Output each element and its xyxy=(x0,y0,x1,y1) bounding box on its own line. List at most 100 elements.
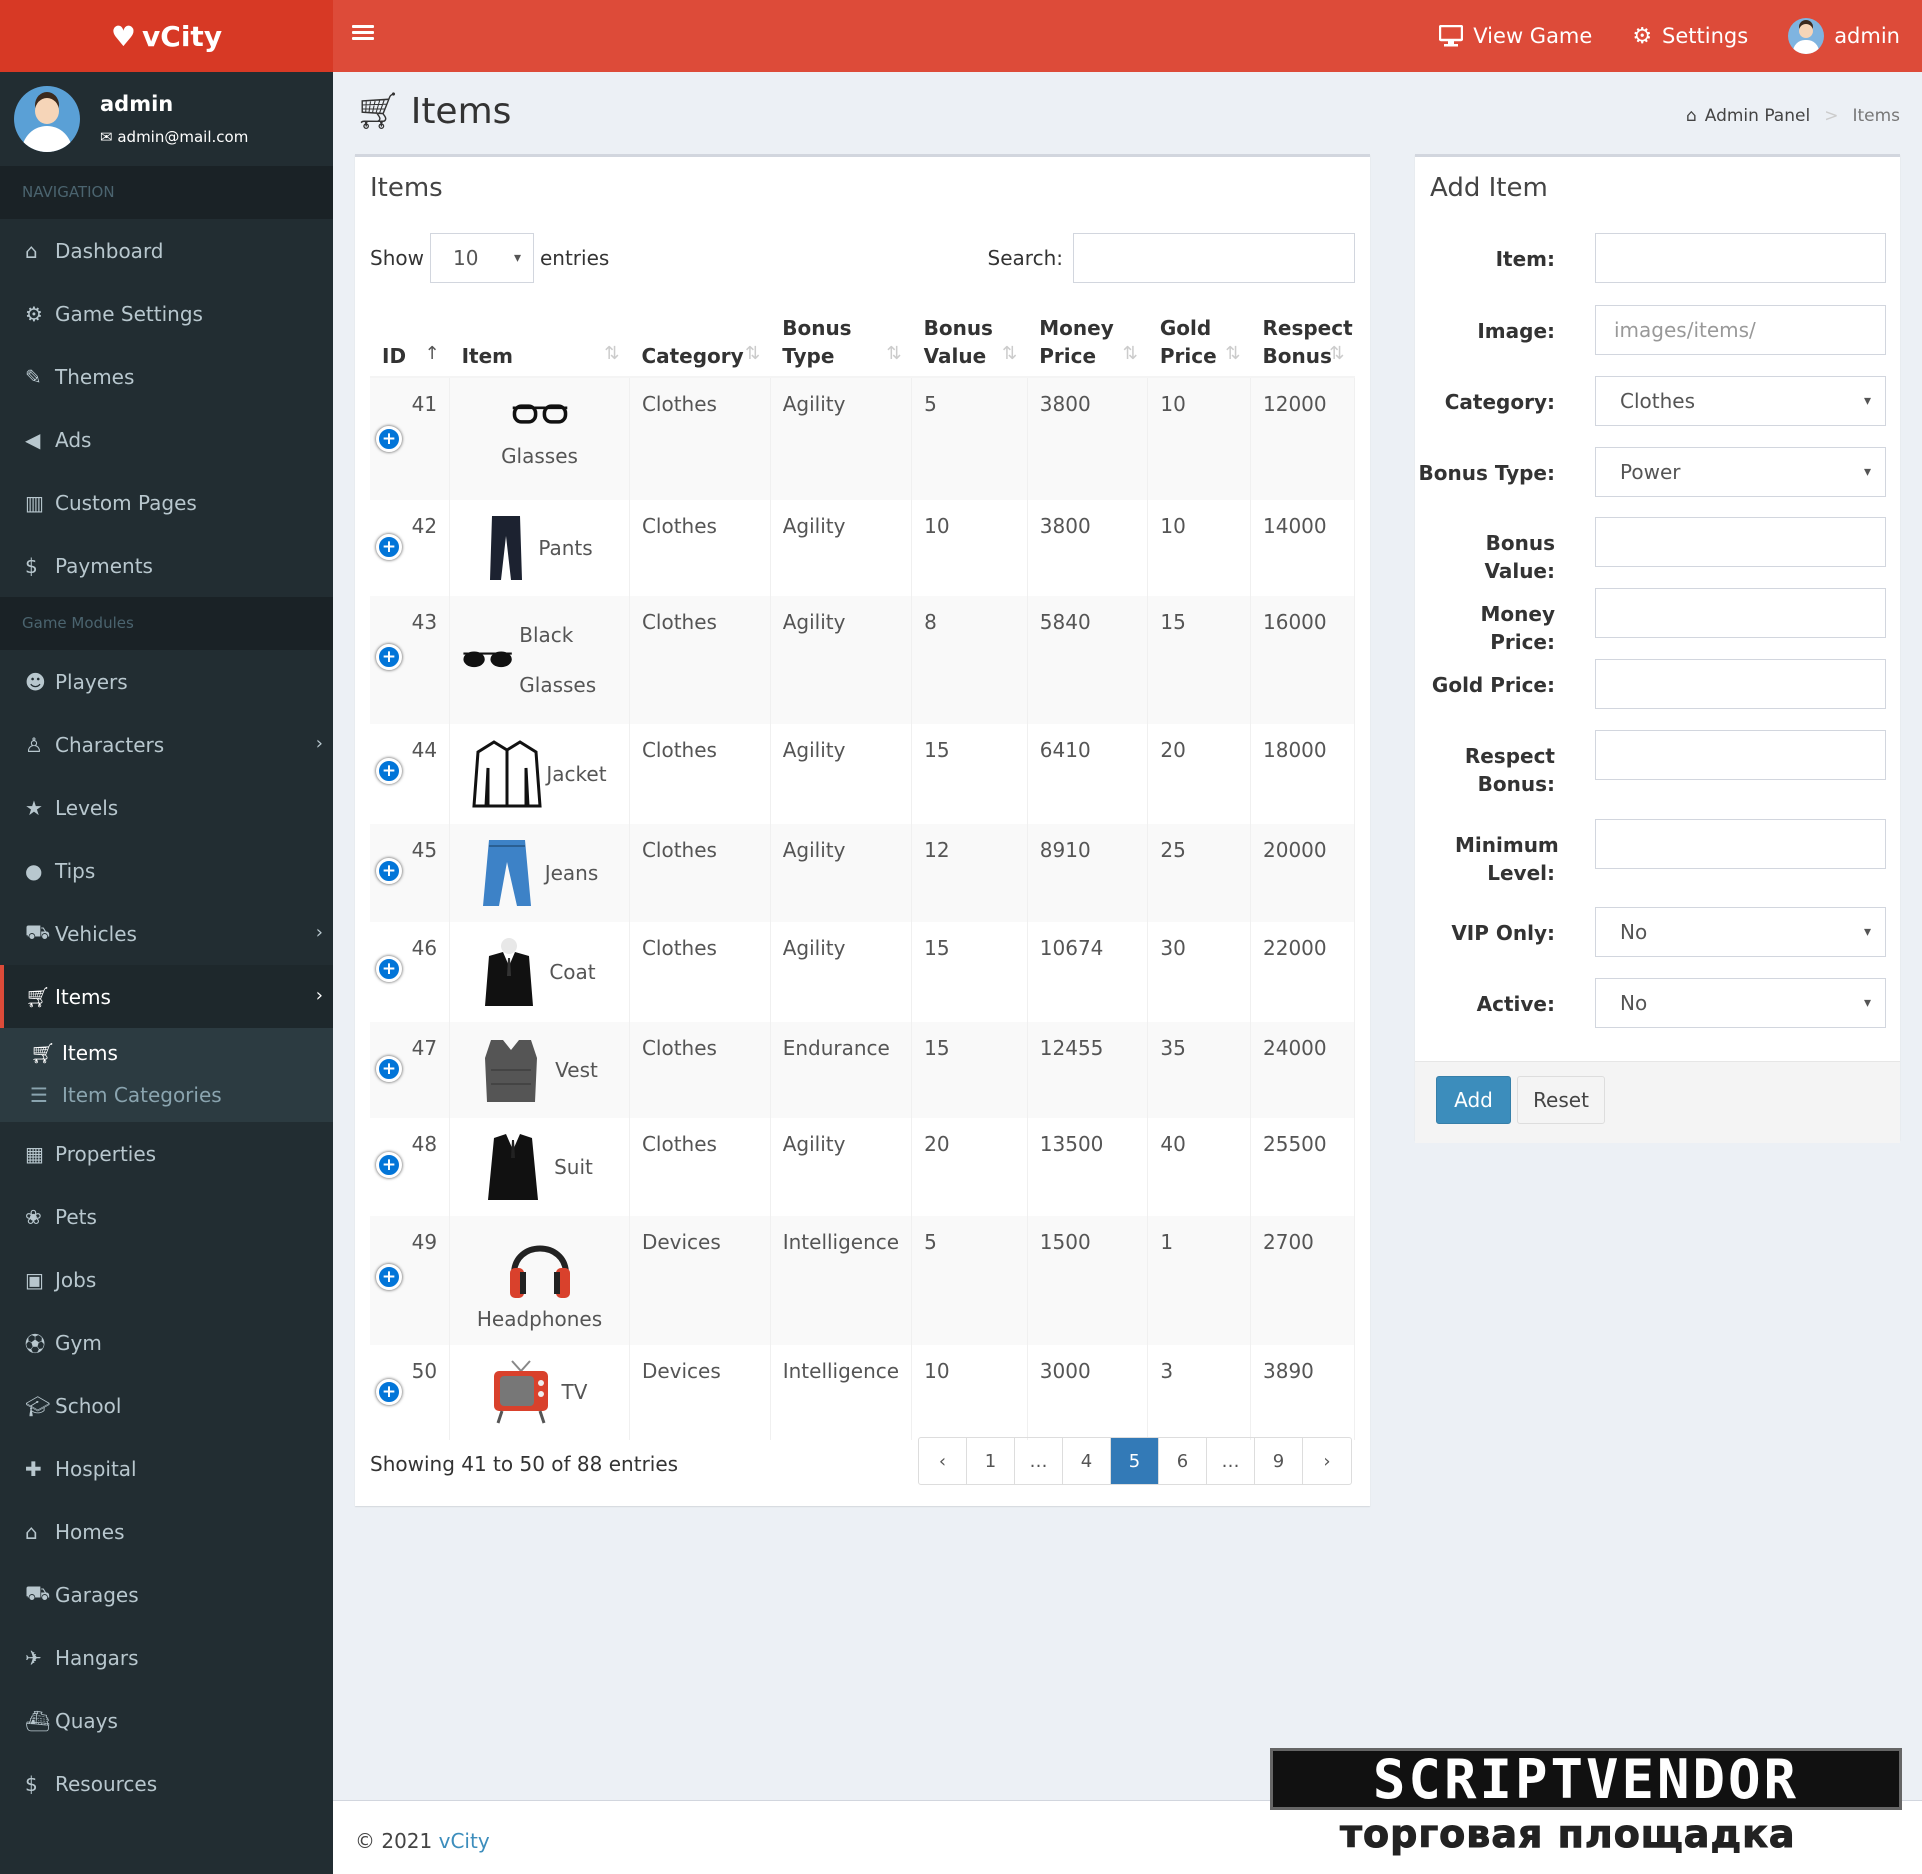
sidebar-item-hospital[interactable]: ✚ Hospital xyxy=(0,1437,333,1500)
cell-money-price: 3800 xyxy=(1027,500,1149,596)
active-select[interactable]: No ▾ xyxy=(1595,978,1886,1028)
sidebar-item-jobs[interactable]: ▣ Jobs xyxy=(0,1248,333,1311)
category-select[interactable]: Clothes ▾ xyxy=(1595,376,1886,426)
sidebar-item-gym[interactable]: ⚽︎ Gym xyxy=(0,1311,333,1374)
columns-icon: ▥ xyxy=(25,490,44,515)
expand-row-icon[interactable]: + xyxy=(376,644,402,670)
cell-id: +43 xyxy=(370,596,451,724)
breadcrumb-home-link[interactable]: Admin Panel xyxy=(1705,106,1810,126)
sidebar-toggle-button[interactable] xyxy=(352,22,374,48)
expand-row-icon[interactable]: + xyxy=(376,758,402,784)
brand-logo[interactable]: ♥ vCity xyxy=(0,0,333,72)
cell-id: +41 xyxy=(370,377,451,500)
bonus-value-input[interactable] xyxy=(1595,517,1886,567)
sidebar-item-levels[interactable]: ★ Levels xyxy=(0,776,333,839)
chevron-right-icon: › xyxy=(315,733,323,754)
watermark-logo: SCRIPTVENDOR торговая площадка xyxy=(1270,1748,1902,1860)
cell-bonus-value: 15 xyxy=(911,922,1028,1022)
sidebar-item-items[interactable]: 🛒︎ Items › xyxy=(0,965,333,1028)
add-button[interactable]: Add xyxy=(1436,1076,1511,1124)
minimum-level-input[interactable] xyxy=(1595,819,1886,869)
sidebar-item-players[interactable]: ☻ Players xyxy=(0,650,333,713)
cell-id: +46 xyxy=(370,922,451,1022)
pagination-page-button[interactable]: 1 xyxy=(967,1438,1015,1484)
footer-brand-link[interactable]: vCity xyxy=(439,1829,490,1853)
sidebar-item-custom-pages[interactable]: ▥ Custom Pages xyxy=(0,471,333,534)
column-header-gold-price[interactable]: Gold Price ⇅ xyxy=(1147,291,1251,378)
expand-row-icon[interactable]: + xyxy=(376,534,402,560)
column-header-category[interactable]: Category ⇅ xyxy=(629,291,771,378)
image-input[interactable]: images/items/ xyxy=(1595,305,1886,355)
cell-item: Pants xyxy=(449,500,630,596)
cell-id-value: 45 xyxy=(411,838,438,862)
briefcase-icon: ▣ xyxy=(25,1267,44,1292)
sidebar-item-homes[interactable]: ⌂ Homes xyxy=(0,1500,333,1563)
sidebar-item-pets[interactable]: ❀ Pets xyxy=(0,1185,333,1248)
column-header-id[interactable]: ID ↑ xyxy=(370,291,450,378)
pagination-current-page[interactable]: 5 xyxy=(1111,1438,1159,1484)
sidebar-item-themes[interactable]: ✎ Themes xyxy=(0,345,333,408)
reset-button[interactable]: Reset xyxy=(1517,1076,1605,1124)
cell-id-value: 48 xyxy=(411,1132,438,1156)
pagination-page-button[interactable]: 4 xyxy=(1063,1438,1111,1484)
pagination-ellipsis: … xyxy=(1207,1438,1255,1484)
pagination-page-button[interactable]: 6 xyxy=(1159,1438,1207,1484)
image-label: Image: xyxy=(1477,319,1555,343)
sidebar-item-resources[interactable]: $ Resources xyxy=(0,1752,333,1815)
settings-link[interactable]: ⚙ Settings xyxy=(1632,24,1748,49)
view-game-link[interactable]: View Game xyxy=(1439,24,1592,48)
pagination-prev-button[interactable]: ‹ xyxy=(919,1438,967,1484)
sidebar-item-vehicles[interactable]: ⛟ Vehicles › xyxy=(0,902,333,965)
sidebar-item-characters[interactable]: ♙ Characters › xyxy=(0,713,333,776)
column-header-respect-bonus[interactable]: Respect Bonus ⇅ xyxy=(1250,291,1355,378)
cell-respect-bonus: 24000 xyxy=(1250,1022,1355,1118)
sidebar-item-garages[interactable]: ⛟ Garages xyxy=(0,1563,333,1626)
sidebar-item-school[interactable]: 🎓︎ School xyxy=(0,1374,333,1437)
column-header-bonus-value[interactable]: Bonus Value ⇅ xyxy=(911,291,1028,378)
sidebar-item-game-settings[interactable]: ⚙ Game Settings xyxy=(0,282,333,345)
sidebar-item-payments[interactable]: $ Payments xyxy=(0,534,333,597)
pagination-page-button[interactable]: 9 xyxy=(1255,1438,1303,1484)
respect-bonus-input[interactable] xyxy=(1595,730,1886,780)
sidebar-item-dashboard[interactable]: ⌂ Dashboard xyxy=(0,219,333,282)
vip-only-select-value: No xyxy=(1620,920,1648,944)
sidebar-item-ads[interactable]: ◀ Ads xyxy=(0,408,333,471)
money-price-input[interactable] xyxy=(1595,588,1886,638)
sidebar-item-properties[interactable]: ▦ Properties xyxy=(0,1122,333,1185)
item-input[interactable] xyxy=(1595,233,1886,283)
sidebar-item-tips[interactable]: ● Tips xyxy=(0,839,333,902)
coat-icon xyxy=(485,938,534,1006)
sidebar-subitem-items[interactable]: 🛒︎ Items xyxy=(0,1032,333,1074)
expand-row-icon[interactable]: + xyxy=(376,1264,402,1290)
search-input[interactable] xyxy=(1073,233,1355,283)
cell-id: +44 xyxy=(370,724,451,824)
table-row: +41 Glasses Clothes Agility 5 3800 10 12… xyxy=(370,377,1355,500)
cell-id-value: 44 xyxy=(411,738,438,762)
sidebar-subitem-item-categories[interactable]: ☰ Item Categories xyxy=(0,1074,333,1116)
column-header-item[interactable]: Item ⇅ xyxy=(449,291,630,378)
ship-icon: ⛴ xyxy=(25,1708,51,1733)
cell-money-price: 3000 xyxy=(1027,1345,1149,1440)
gold-price-input[interactable] xyxy=(1595,659,1886,709)
cell-money-price: 6410 xyxy=(1027,724,1149,824)
expand-row-icon[interactable]: + xyxy=(376,426,402,452)
pagination-next-button[interactable]: › xyxy=(1303,1438,1351,1484)
vip-only-select[interactable]: No ▾ xyxy=(1595,907,1886,957)
expand-row-icon[interactable]: + xyxy=(376,1379,402,1405)
respect-bonus-label: Respect Bonus: xyxy=(1464,744,1555,796)
column-header-bonus-type[interactable]: Bonus Type ⇅ xyxy=(770,291,912,378)
user-menu[interactable]: admin xyxy=(1788,18,1900,54)
expand-row-icon[interactable]: + xyxy=(376,1152,402,1178)
expand-row-icon[interactable]: + xyxy=(376,1056,402,1082)
expand-row-icon[interactable]: + xyxy=(376,858,402,884)
cell-money-price: 13500 xyxy=(1027,1118,1149,1216)
table-info: Showing 41 to 50 of 88 entries xyxy=(370,1452,679,1476)
bonus-type-select-value: Power xyxy=(1620,460,1681,484)
expand-row-icon[interactable]: + xyxy=(376,956,402,982)
column-header-money-price[interactable]: Money Price ⇅ xyxy=(1027,291,1148,378)
sidebar-item-hangars[interactable]: ✈ Hangars xyxy=(0,1626,333,1689)
bonus-type-select[interactable]: Power ▾ xyxy=(1595,447,1886,497)
entries-select[interactable]: 10 ▾ xyxy=(429,233,534,283)
copyright-text: © 2021 xyxy=(355,1829,433,1853)
sidebar-item-quays[interactable]: ⛴ Quays xyxy=(0,1689,333,1752)
